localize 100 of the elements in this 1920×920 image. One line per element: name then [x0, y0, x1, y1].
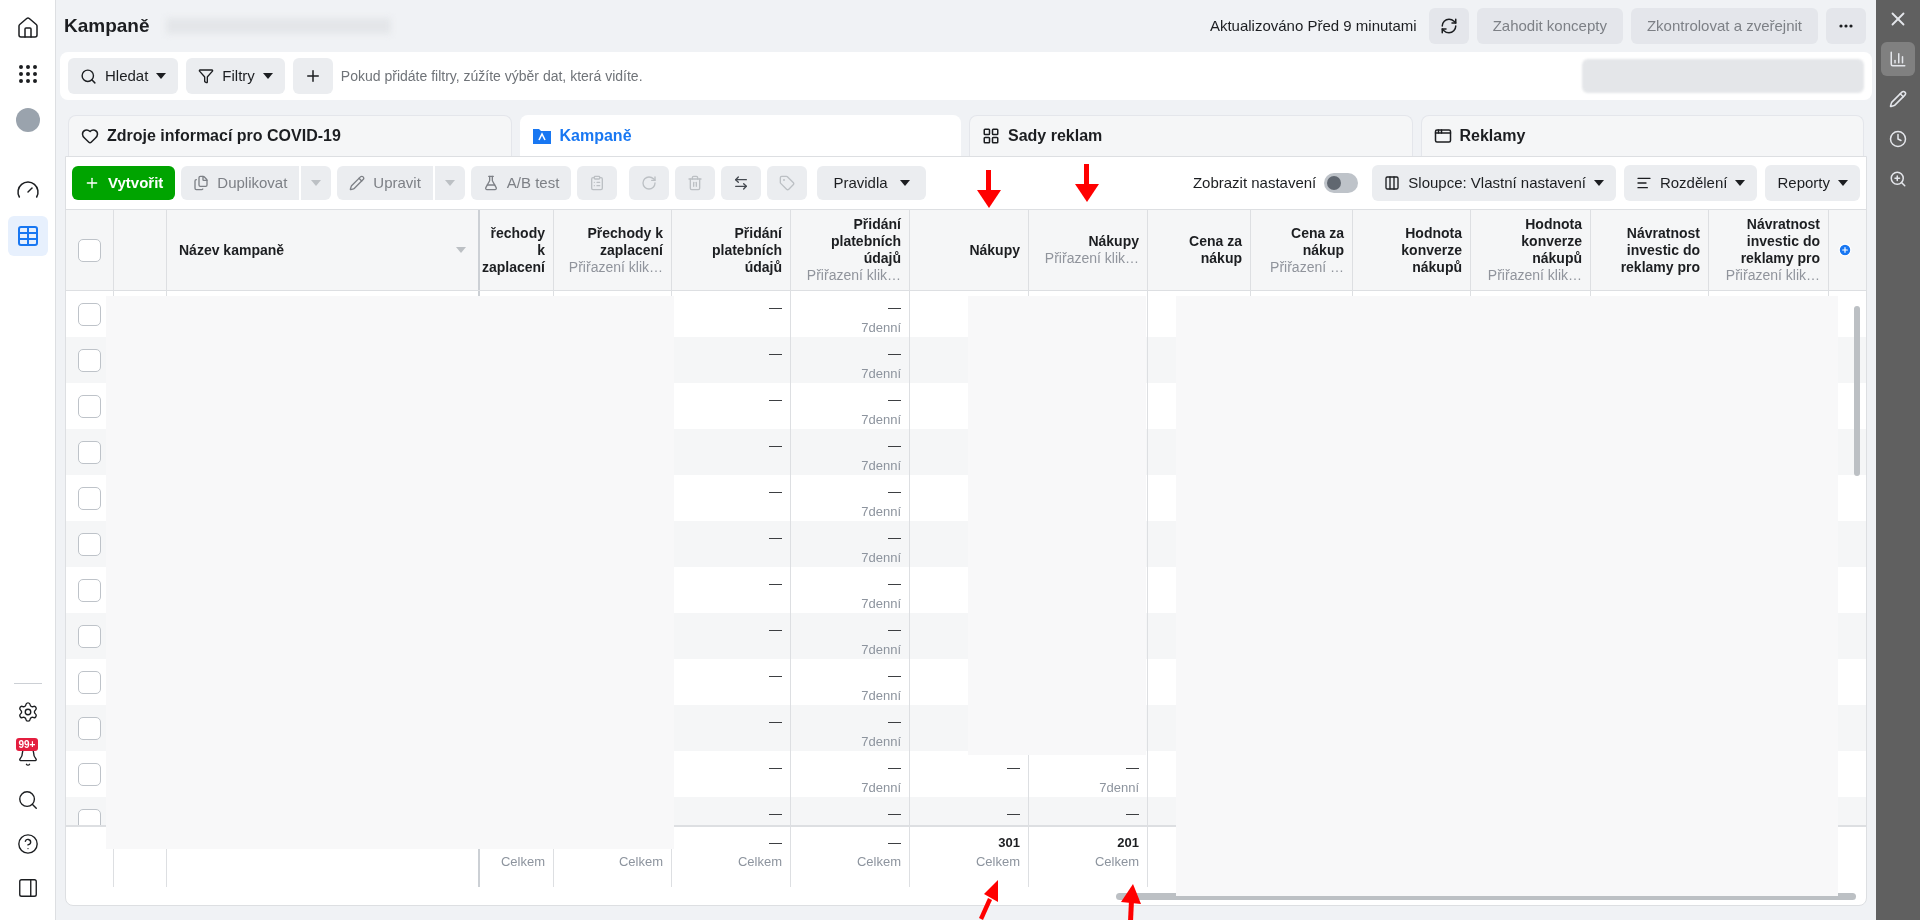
checkbox[interactable]: [78, 303, 101, 326]
checkbox[interactable]: [78, 671, 101, 694]
column-subheader: Přiřazení klik…: [1725, 267, 1820, 284]
tab[interactable]: Reklamy: [1420, 115, 1864, 156]
table-cell-text: —: [769, 575, 782, 593]
caret-icon: [311, 180, 322, 186]
column-header[interactable]: Cena za nákup: [1156, 233, 1242, 267]
checkbox[interactable]: [78, 533, 101, 556]
table-cell-text: —: [1007, 805, 1020, 823]
caret-icon: [456, 247, 466, 253]
attribution-label: 7denní: [861, 457, 901, 475]
caret-icon: [444, 180, 455, 186]
nav-item[interactable]: 99+: [7, 736, 48, 776]
attribution-label: 7denní: [861, 733, 901, 751]
toggle-switch[interactable]: [1324, 173, 1359, 193]
columns-dropdown[interactable]: Sloupce: Vlastní nastavení: [1372, 165, 1616, 201]
table-cell-text: —: [1126, 805, 1139, 823]
column-header[interactable]: řechody k zaplacení: [481, 224, 545, 276]
attribution-label: 7denní: [861, 549, 901, 567]
update-status: Aktualizováno Před 9 minutami: [1209, 15, 1417, 36]
tab[interactable]: Sady reklam: [969, 115, 1413, 156]
checkbox[interactable]: [78, 763, 101, 786]
checkbox[interactable]: [78, 487, 101, 510]
table-cell-text: —: [888, 299, 901, 317]
checkbox[interactable]: [78, 625, 101, 648]
table-cell-text: —: [769, 391, 782, 409]
column-header[interactable]: Nákupy: [1088, 233, 1139, 250]
tag-icon: [779, 175, 796, 191]
total-label: Celkem: [975, 853, 1020, 871]
pencil-icon: [349, 175, 366, 191]
column-subheader: Přiřazení klik…: [1487, 267, 1582, 284]
flask-icon: [482, 175, 499, 191]
table-cell-text: —: [888, 621, 901, 639]
checkbox[interactable]: [78, 238, 101, 262]
total-label: Celkem: [1094, 853, 1139, 871]
tab[interactable]: Zdroje informací pro COVID-19: [68, 115, 512, 156]
rules-dropdown[interactable]: Pravidla: [817, 166, 926, 200]
caret-icon: [1593, 180, 1604, 186]
column-header[interactable]: Název kampaně: [179, 239, 285, 261]
filter-dropdown[interactable]: Filtry: [186, 58, 285, 94]
refresh-icon: [1439, 17, 1458, 35]
table-cell-text: —: [769, 667, 782, 685]
copy-icon: [193, 175, 210, 191]
tab[interactable]: Kampaně: [519, 115, 961, 156]
column-header[interactable]: Návratnost investic do reklamy pro: [1599, 224, 1700, 276]
table-cell-text: —: [1007, 759, 1020, 777]
table-cell-text: —: [888, 575, 901, 593]
table-cell-text: —: [769, 529, 782, 547]
more-button[interactable]: [1826, 8, 1866, 44]
caret-icon: [262, 73, 273, 79]
column-header[interactable]: Hodnota konverze nákupů: [1361, 224, 1462, 276]
add-filter-button[interactable]: [292, 58, 333, 94]
filter-icon: [198, 68, 215, 84]
table-cell-text: —: [769, 483, 782, 501]
column-header[interactable]: Hodnota konverze nákupů: [1479, 216, 1582, 267]
zoom-icon: [1889, 170, 1907, 188]
avatar-icon: [15, 108, 40, 132]
table-cell-text: —: [769, 299, 782, 317]
table-cell-text: —: [888, 529, 901, 547]
attribution-label: 7denní: [861, 687, 901, 705]
refresh-button[interactable]: [1428, 8, 1469, 44]
filter-input[interactable]: Pokud přidáte filtry, zúžíte výběr dat, která vidíte.: [340, 65, 1574, 87]
column-header[interactable]: Přidání platebních údajů: [799, 216, 901, 267]
attribution-label: 7denní: [861, 503, 901, 521]
checkbox[interactable]: [78, 395, 101, 418]
checkbox[interactable]: [78, 579, 101, 602]
table-cell-text: —: [769, 759, 782, 777]
column-header[interactable]: Nákupy: [969, 241, 1020, 259]
dropdown-toggle[interactable]: [434, 166, 465, 200]
caret-icon: [1838, 180, 1848, 186]
total-label: Celkem: [500, 853, 545, 871]
more-icon: [1839, 24, 1853, 28]
breakdown-dropdown[interactable]: Rozdělení: [1623, 165, 1758, 201]
swap-icon: [733, 175, 750, 191]
attribution-label: 7denní: [1099, 779, 1139, 797]
table-cell-text: —: [888, 713, 901, 731]
checkbox[interactable]: [78, 808, 101, 825]
column-header[interactable]: Cena za nákup: [1259, 224, 1344, 259]
folder-icon: [531, 126, 552, 145]
search-dropdown[interactable]: Hledat: [68, 58, 179, 94]
settings-icon: [16, 701, 39, 723]
reports-dropdown[interactable]: Reporty: [1765, 165, 1860, 201]
dropdown-toggle[interactable]: [301, 166, 332, 200]
columns-icon: [1384, 175, 1401, 191]
checkbox[interactable]: [78, 349, 101, 372]
attribution-label: 7denní: [861, 779, 901, 797]
attribution-label: 7denní: [861, 365, 901, 383]
column-header[interactable]: Přechody k zaplacení: [562, 224, 663, 259]
total-label: Celkem: [856, 853, 901, 871]
icon-button[interactable]: [721, 166, 762, 200]
panel-tab[interactable]: [1881, 42, 1915, 76]
column-header[interactable]: Návratnost investic do reklamy pro: [1717, 216, 1820, 267]
add-column-icon[interactable]: [1838, 243, 1852, 257]
table-cell-text: —: [888, 391, 901, 409]
checkbox[interactable]: [78, 441, 101, 464]
help-icon: [16, 833, 39, 855]
vertical-scrollbar[interactable]: [1854, 306, 1860, 476]
caret-icon: [156, 73, 167, 79]
checkbox[interactable]: [78, 717, 101, 740]
column-header[interactable]: Přidání platebních údajů: [680, 224, 782, 276]
